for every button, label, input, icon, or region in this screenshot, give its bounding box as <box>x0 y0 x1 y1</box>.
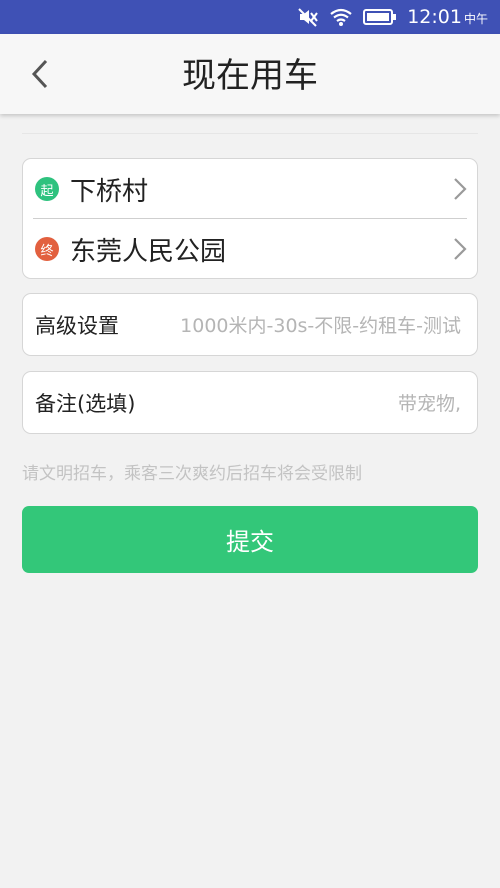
start-location-row[interactable]: 起 下桥村 <box>23 159 477 219</box>
note-label: 备注(选填) <box>35 391 136 416</box>
hint-text: 请文明招车，乘客三次爽约后招车将会受限制 <box>22 464 362 484</box>
app-bar: 现在用车 <box>0 34 500 114</box>
start-location-label: 下桥村 <box>70 176 149 207</box>
route-card: 起 下桥村 终 东莞人民公园 <box>22 158 478 279</box>
submit-button[interactable]: 提交 <box>22 506 478 573</box>
mute-icon <box>297 6 319 28</box>
note-placeholder[interactable]: 带宠物, <box>398 389 461 416</box>
battery-icon <box>363 8 397 26</box>
divider <box>22 133 478 134</box>
note-field[interactable]: 备注(选填) 带宠物, <box>22 371 478 434</box>
end-badge: 终 <box>35 237 59 261</box>
advanced-settings-value: 1000米内-30s-不限-约租车-测试 <box>180 315 461 337</box>
status-bar: 12:01 中午 <box>0 0 500 34</box>
start-badge: 起 <box>35 177 59 201</box>
end-location-row[interactable]: 终 东莞人民公园 <box>23 219 477 279</box>
page-title: 现在用车 <box>182 56 318 96</box>
chevron-right-icon <box>454 238 467 260</box>
advanced-settings-row[interactable]: 高级设置 1000米内-30s-不限-约租车-测试 <box>22 293 478 356</box>
clock-ampm: 中午 <box>463 12 488 26</box>
chevron-right-icon <box>454 178 467 200</box>
end-location-label: 东莞人民公园 <box>70 236 227 267</box>
advanced-settings-label: 高级设置 <box>35 313 119 338</box>
clock-time: 12:01 <box>407 6 462 28</box>
wifi-icon <box>329 7 353 27</box>
